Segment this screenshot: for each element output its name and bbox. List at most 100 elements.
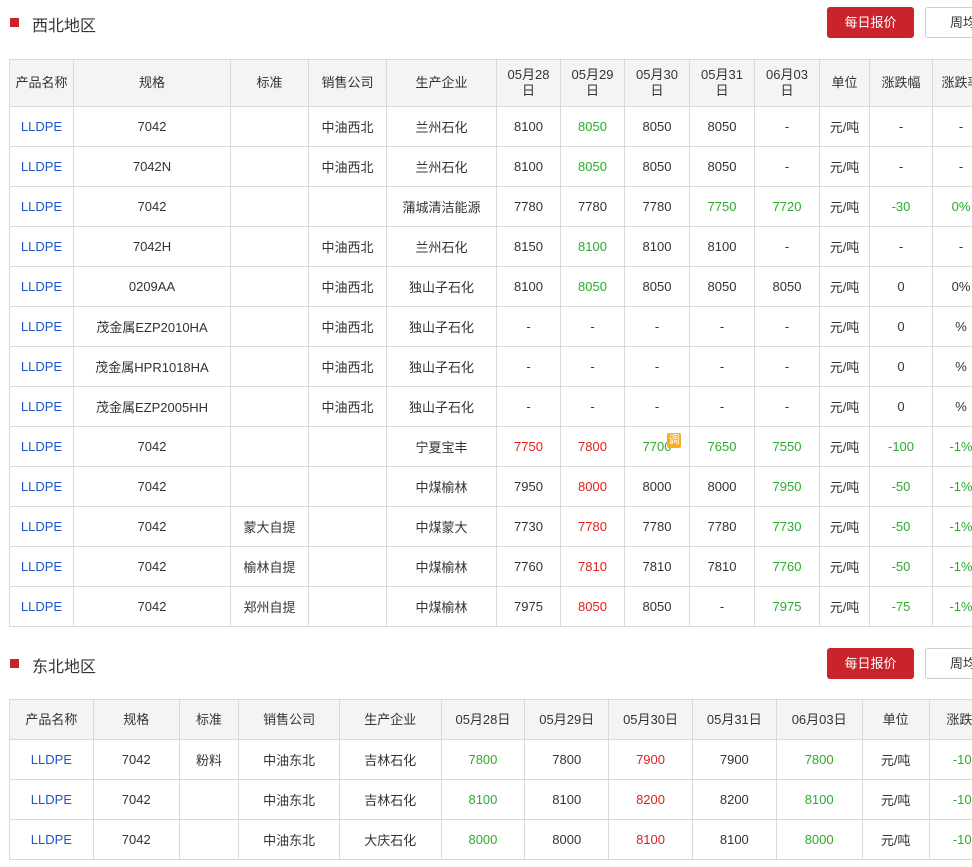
table-cell: 兰州石化 — [386, 146, 497, 187]
table-cell: -1% — [932, 546, 972, 587]
column-header: 涨跌幅 — [928, 699, 972, 740]
table-cell: -30 — [869, 186, 933, 227]
table-cell: 8000 — [624, 466, 690, 507]
table-cell: 元/吨 — [819, 546, 870, 587]
column-header: 05月31日 — [691, 699, 777, 740]
table-cell: - — [932, 226, 972, 267]
product-link[interactable]: LLDPE — [9, 506, 74, 547]
product-link[interactable]: LLDPE — [9, 739, 94, 780]
column-header: 标准 — [230, 59, 309, 107]
column-header: 单位 — [819, 59, 870, 107]
table-cell — [230, 106, 309, 147]
product-link[interactable]: LLDPE — [9, 819, 94, 860]
table-cell — [308, 546, 387, 587]
table-cell: 7042N — [73, 146, 231, 187]
table-cell: 元/吨 — [819, 506, 870, 547]
table-cell: 7800 — [560, 426, 625, 467]
table-cell: - — [869, 106, 933, 147]
product-link[interactable]: LLDPE — [9, 186, 74, 227]
table-cell: -50 — [869, 546, 933, 587]
table-cell: - — [754, 146, 820, 187]
table-cell: - — [754, 306, 820, 347]
product-link[interactable]: LLDPE — [9, 779, 94, 820]
price-adjust-badge[interactable]: 调 — [667, 433, 681, 448]
product-link[interactable]: LLDPE — [9, 466, 74, 507]
table-cell: % — [932, 346, 972, 387]
table-cell: % — [932, 306, 972, 347]
product-link[interactable]: LLDPE — [9, 226, 74, 267]
table-cell: -1% — [932, 426, 972, 467]
table-cell: 元/吨 — [819, 586, 870, 627]
daily-quote-button[interactable]: 每日报价 — [827, 648, 914, 679]
table-cell: 7760 — [496, 546, 561, 587]
table-cell: 中油西北 — [308, 306, 387, 347]
table-cell: 元/吨 — [819, 386, 870, 427]
product-link[interactable]: LLDPE — [9, 306, 74, 347]
table-cell: 7780 — [624, 506, 690, 547]
table-cell: -50 — [869, 466, 933, 507]
table-cell: 中油东北 — [238, 819, 340, 860]
table-cell: 吉林石化 — [338, 739, 442, 780]
product-link[interactable]: LLDPE — [9, 586, 74, 627]
product-link[interactable]: LLDPE — [9, 386, 74, 427]
weekly-avg-button[interactable]: 周均 — [925, 7, 972, 38]
table-cell: 宁夏宝丰 — [386, 426, 497, 467]
weekly-avg-button[interactable]: 周均 — [925, 648, 972, 679]
column-header: 涨跌幅 — [869, 59, 933, 107]
table-cell: 0 — [869, 386, 933, 427]
column-header: 产品名称 — [9, 699, 94, 740]
table-cell: 8050 — [624, 106, 690, 147]
table-cell — [308, 586, 387, 627]
table-cell — [230, 426, 309, 467]
table-cell: 0 — [869, 346, 933, 387]
table-cell: - — [560, 306, 625, 347]
table-cell: 中油西北 — [308, 386, 387, 427]
product-link[interactable]: LLDPE — [9, 266, 74, 307]
table-row: LLDPE 7042 蒙大自提 中煤蒙大 7730 7780 7780 7780 7730 元/吨… — [9, 506, 972, 547]
daily-quote-button[interactable]: 每日报价 — [827, 7, 914, 38]
table-cell: 7042 — [92, 739, 180, 780]
table-cell: -100 — [869, 426, 933, 467]
product-link[interactable]: LLDPE — [9, 346, 74, 387]
table-cell: 8050 — [689, 266, 755, 307]
table-cell: 7810 — [624, 546, 690, 587]
column-header: 05月31日 — [689, 59, 755, 107]
table-cell: 7975 — [496, 586, 561, 627]
column-header: 05月30日 — [608, 699, 693, 740]
product-link[interactable]: LLDPE — [9, 106, 74, 147]
product-link[interactable]: LLDPE — [9, 146, 74, 187]
table-cell: 7550 — [754, 426, 820, 467]
table-cell: 独山子石化 — [386, 346, 497, 387]
table-cell — [308, 186, 387, 227]
table-cell: 7780 — [624, 186, 690, 227]
table-cell: - — [689, 306, 755, 347]
table-cell: -75 — [869, 586, 933, 627]
table-cell: 8050 — [560, 266, 625, 307]
product-link[interactable]: LLDPE — [9, 546, 74, 587]
table-cell — [230, 186, 309, 227]
table-cell — [308, 506, 387, 547]
table-cell: 元/吨 — [819, 266, 870, 307]
product-link[interactable]: LLDPE — [9, 426, 74, 467]
table-cell: 中油西北 — [308, 146, 387, 187]
table-cell: - — [689, 346, 755, 387]
table-cell: 7900 — [691, 739, 777, 780]
table-row: LLDPE 茂金属EZP2005HH 中油西北 独山子石化 - - - - - 元/吨 0% — [9, 386, 972, 427]
table-cell: 8100 — [624, 226, 690, 267]
table-cell: 7042 — [73, 506, 231, 547]
table-cell: 大庆石化 — [338, 819, 442, 860]
table-cell: 8000 — [524, 819, 610, 860]
table-cell: 兰州石化 — [386, 106, 497, 147]
table-cell: 中煤榆林 — [386, 546, 497, 587]
section-marker-icon — [10, 659, 19, 668]
table-cell: 0209AA — [73, 266, 231, 307]
table-cell: 8200 — [608, 779, 693, 820]
table-cell: % — [932, 386, 972, 427]
table-cell: 7720 — [754, 186, 820, 227]
table-cell: 中油东北 — [238, 779, 340, 820]
table-cell: 元/吨 — [819, 106, 870, 147]
table-cell: 独山子石化 — [386, 306, 497, 347]
table-cell: 8100 — [496, 106, 561, 147]
table-cell — [230, 306, 309, 347]
table-cell: 8050 — [689, 146, 755, 187]
